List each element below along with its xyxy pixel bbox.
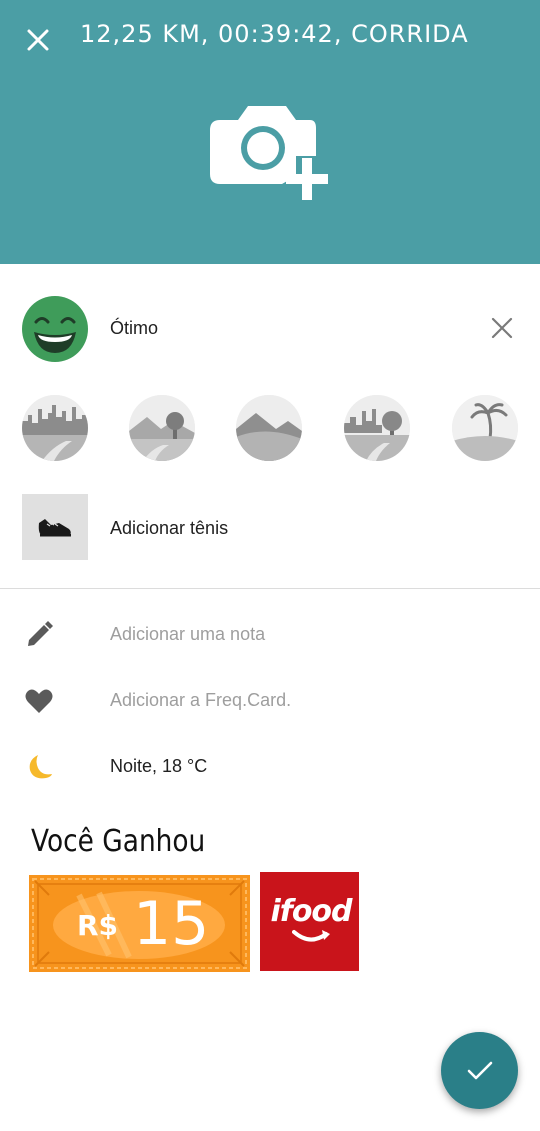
voucher-currency: R$ bbox=[77, 909, 119, 942]
divider bbox=[0, 588, 540, 589]
mood-label: Ótimo bbox=[110, 318, 159, 338]
activity-title: 12,25 KM, 00:39:42, CORRIDA bbox=[80, 20, 469, 48]
terrain-beach-icon[interactable] bbox=[452, 395, 518, 461]
shoe-thumbnail bbox=[22, 494, 88, 560]
add-heart-rate-row[interactable]: Adicionar a Freq.Card. bbox=[0, 680, 540, 720]
voucher-amount: 15 bbox=[133, 889, 210, 959]
terrain-park-icon[interactable] bbox=[344, 395, 410, 461]
smile-icon bbox=[292, 930, 330, 942]
voucher-banner[interactable]: R$ 15 bbox=[29, 875, 250, 972]
terrain-hills-icon[interactable] bbox=[236, 395, 302, 461]
add-shoe-row[interactable]: Adicionar tênis bbox=[0, 494, 540, 562]
terrain-city-icon[interactable] bbox=[22, 395, 88, 461]
add-heart-rate-label: Adicionar a Freq.Card. bbox=[110, 690, 292, 710]
reward-title: Você Ganhou bbox=[31, 824, 206, 859]
terrain-trail-icon[interactable] bbox=[129, 395, 195, 461]
add-shoe-label: Adicionar tênis bbox=[110, 518, 229, 538]
save-activity-button[interactable] bbox=[441, 1032, 518, 1109]
pencil-icon bbox=[28, 621, 53, 646]
weather-label: Noite, 18 °C bbox=[110, 756, 208, 776]
ifood-wordmark: ifood bbox=[270, 894, 352, 929]
weather-row[interactable]: Noite, 18 °C bbox=[0, 746, 540, 786]
smiling-face-icon[interactable] bbox=[22, 296, 88, 362]
add-note-row[interactable]: Adicionar uma nota bbox=[0, 614, 540, 654]
add-note-label: Adicionar uma nota bbox=[110, 624, 266, 644]
check-icon bbox=[467, 1061, 492, 1079]
clear-mood-icon[interactable] bbox=[490, 316, 514, 340]
moon-icon bbox=[29, 755, 52, 779]
mood-row: Ótimo bbox=[0, 296, 540, 364]
shoe-icon bbox=[38, 519, 71, 537]
ifood-logo[interactable]: ifood bbox=[260, 872, 359, 971]
header: 12,25 KM, 00:39:42, CORRIDA bbox=[0, 0, 540, 264]
close-icon[interactable] bbox=[24, 26, 52, 54]
add-photo-icon[interactable] bbox=[208, 100, 334, 204]
heart-icon bbox=[25, 689, 53, 713]
